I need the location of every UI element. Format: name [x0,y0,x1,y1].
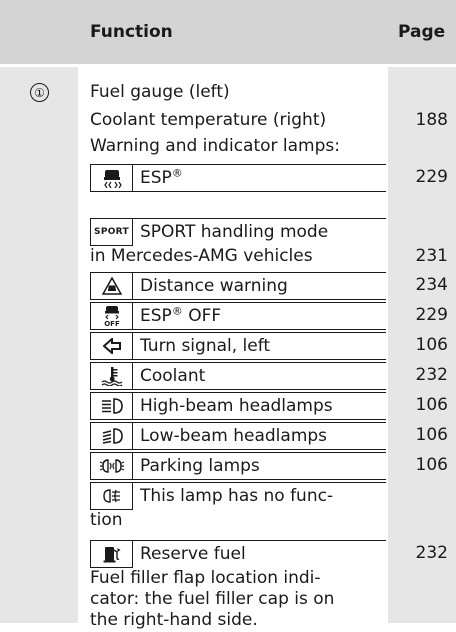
lamp-row-rear-fog: This lamp has no func- [90,482,386,510]
lamp-row-esp: ESP® [90,164,386,192]
lamp-label: ESP® [140,166,183,188]
header-page: Page [398,22,446,42]
intro-line-coolant-temp: Coolant temperature (right) [90,110,327,130]
low-beam-icon [90,423,133,449]
lamp-row-high-beam: High-beam headlamps [90,392,386,420]
lamp-row-low-beam: Low-beam headlamps [90,422,386,450]
lamp-row-coolant: Coolant [90,362,386,390]
lamp-label: This lamp has no func- [140,486,334,506]
lamp-row-parking-lamps: Parking lamps [90,452,386,480]
lamp-row-esp-off: OFF ESP® OFF [90,302,386,330]
rear-fog-icon [90,483,133,510]
esp-icon [90,165,133,191]
fuel-flap-note-line: the right-hand side. [90,610,258,630]
page-ref: 232 [415,543,448,563]
lamp-label: Reserve fuel [140,544,246,564]
lamp-label: Low-beam headlamps [140,426,328,446]
svg-text:OFF: OFF [104,320,120,327]
page-ref: 106 [415,395,448,415]
lamp-label: ESP® OFF [140,304,222,326]
page-ref: 188 [415,110,448,130]
page-ref: 229 [415,305,448,325]
turn-signal-left-icon [90,333,133,359]
lamp-label: Turn signal, left [140,336,271,356]
esp-off-icon: OFF [90,303,133,329]
reserve-fuel-icon [90,541,133,568]
intro-line-warning-lamps: Warning and indicator lamps: [90,136,340,156]
rear-fog-continuation: tion [90,510,123,530]
high-beam-icon [90,393,133,419]
page-ref: 232 [415,365,448,385]
page-ref: 234 [415,275,448,295]
sport-icon: SPORT [90,219,133,246]
header-divider [0,64,456,67]
page-ref: 106 [415,455,448,475]
intro-line-fuel-gauge: Fuel gauge (left) [90,82,230,102]
lamp-label: High-beam headlamps [140,396,333,416]
lamp-row-reserve-fuel: Reserve fuel [90,540,386,568]
coolant-icon [90,363,133,389]
sport-continuation: in Mercedes-AMG vehicles [90,246,313,266]
lamp-row-sport: SPORT SPORT handling mode [90,218,386,246]
lamp-label: SPORT handling mode [140,222,329,242]
lamp-label: Parking lamps [140,456,260,476]
lamp-row-distance-warning: Distance warning [90,272,386,300]
lamp-label: Distance warning [140,276,288,296]
table-header [0,0,456,64]
page-ref: 106 [415,425,448,445]
lamp-label: Coolant [140,366,206,386]
page-ref: 229 [415,167,448,187]
page-ref: 106 [415,335,448,355]
function-table: Function Page ① Fuel gauge (left) Coolan… [0,0,456,630]
parking-lamps-icon [90,453,133,479]
header-function: Function [90,22,173,42]
section-marker: ① [30,83,49,102]
distance-warning-icon [90,273,133,299]
page-ref: 231 [415,246,448,266]
lamp-row-turn-signal-left: Turn signal, left [90,332,386,360]
